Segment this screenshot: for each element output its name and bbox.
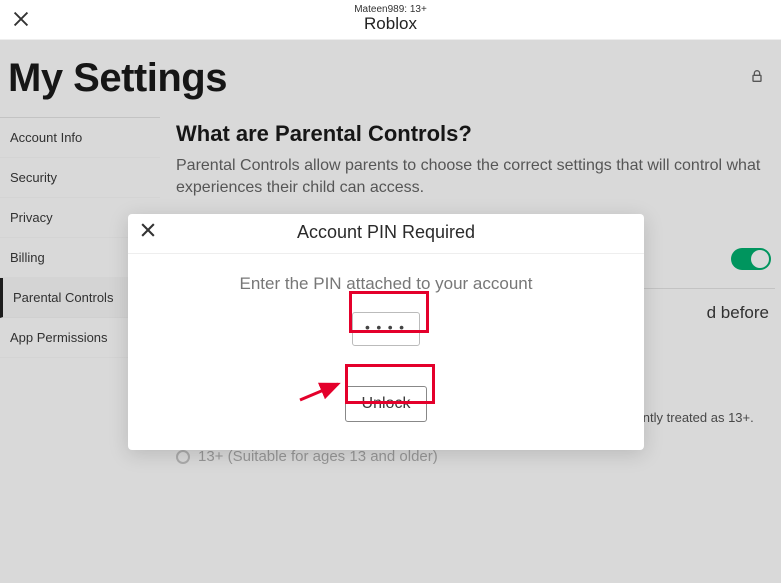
app-name: Roblox <box>354 15 427 34</box>
modal-prompt: Enter the PIN attached to your account <box>148 274 624 294</box>
close-icon[interactable] <box>10 8 34 32</box>
parental-controls-description: Parental Controls allow parents to choos… <box>176 155 775 200</box>
radio-icon <box>176 450 190 464</box>
modal-close-icon[interactable] <box>136 220 160 244</box>
account-pin-modal: Account PIN Required Enter the PIN attac… <box>128 214 644 450</box>
sidebar-item-label: Account Info <box>10 130 82 145</box>
pin-input[interactable]: •••• <box>352 312 420 346</box>
parental-controls-heading: What are Parental Controls? <box>176 121 775 147</box>
lock-icon <box>749 68 765 89</box>
modal-title: Account PIN Required <box>128 222 644 243</box>
pin-value: •••• <box>363 321 409 337</box>
sidebar-item-account-info[interactable]: Account Info <box>0 118 160 158</box>
sidebar-item-security[interactable]: Security <box>0 158 160 198</box>
pin-enabled-toggle[interactable] <box>731 248 771 270</box>
window-titlebar: Mateen989: 13+ Roblox <box>0 0 781 40</box>
age-option-label: 13+ (Suitable for ages 13 and older) <box>198 448 438 465</box>
unlock-button[interactable]: Unlock <box>345 386 428 422</box>
unlock-button-label: Unlock <box>362 395 411 412</box>
age-option-row[interactable]: 13+ (Suitable for ages 13 and older) <box>176 448 775 465</box>
sidebar-item-label: Privacy <box>10 210 53 225</box>
page-title: My Settings <box>8 56 227 101</box>
sidebar-item-label: Billing <box>10 250 45 265</box>
sidebar-item-label: App Permissions <box>10 330 108 345</box>
sidebar-item-label: Security <box>10 170 57 185</box>
sidebar-item-label: Parental Controls <box>13 290 113 305</box>
